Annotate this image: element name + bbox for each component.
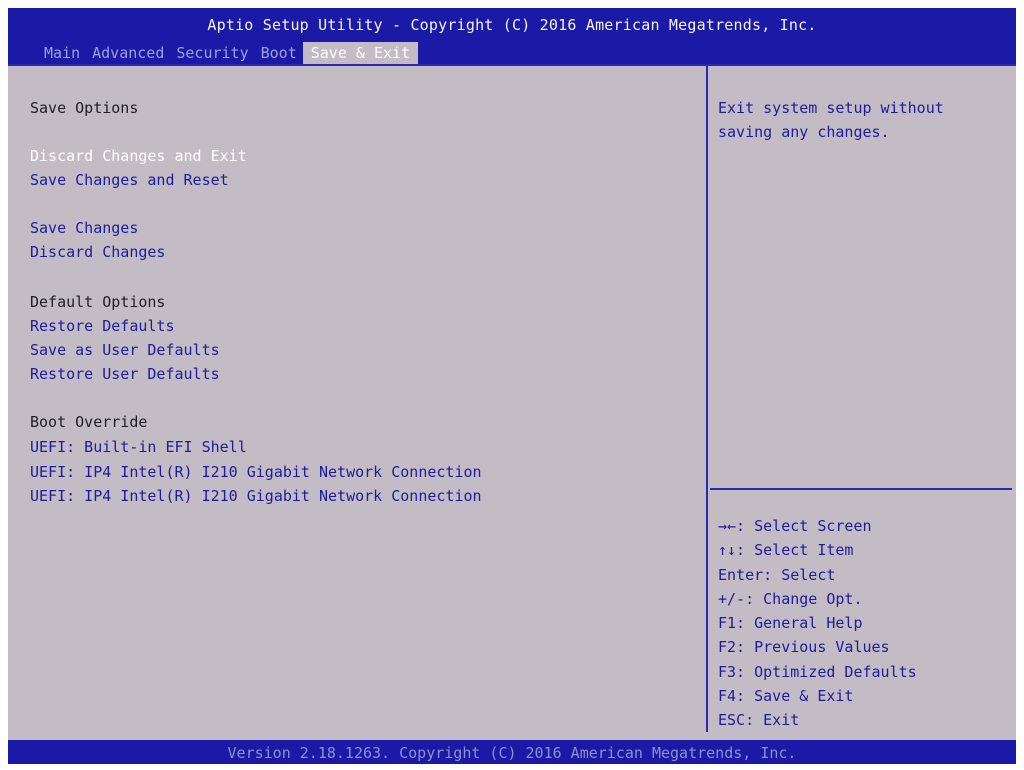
help-panel: Exit system setup without saving any cha… (708, 64, 1016, 732)
key-optimized-defaults: F3: Optimized Defaults (718, 662, 917, 681)
default-options-heading: Default Options (30, 293, 166, 311)
key-legend: →←: Select Screen ↑↓: Select Item Enter:… (718, 514, 917, 733)
discard-changes-option[interactable]: Discard Changes (30, 240, 165, 264)
tab-boot[interactable]: Boot (255, 42, 303, 64)
boot-override-item[interactable]: UEFI: Built-in EFI Shell (30, 435, 247, 459)
header-bar: Aptio Setup Utility - Copyright (C) 2016… (8, 8, 1016, 64)
save-changes-and-reset-option[interactable]: Save Changes and Reset (30, 168, 229, 192)
restore-defaults-option[interactable]: Restore Defaults (30, 314, 175, 338)
boot-override-item[interactable]: UEFI: IP4 Intel(R) I210 Gigabit Network … (30, 460, 482, 484)
save-options-heading: Save Options (30, 99, 139, 117)
key-select-item: ↑↓: Select Item (718, 541, 854, 560)
main-panel: Save Options Discard Changes and Exit Sa… (8, 64, 708, 732)
utility-title: Aptio Setup Utility - Copyright (C) 2016… (207, 16, 817, 34)
key-previous-values: F2: Previous Values (718, 638, 890, 657)
tab-security[interactable]: Security (170, 42, 254, 64)
key-general-help: F1: General Help (718, 614, 863, 633)
bios-screen: Aptio Setup Utility - Copyright (C) 2016… (8, 8, 1016, 764)
version-footer: Version 2.18.1263. Copyright (C) 2016 Am… (8, 740, 1016, 764)
help-divider (710, 488, 1012, 490)
restore-user-defaults-option[interactable]: Restore User Defaults (30, 362, 220, 386)
key-select-screen: →←: Select Screen (718, 517, 872, 535)
discard-changes-and-exit-option[interactable]: Discard Changes and Exit (30, 144, 247, 168)
boot-override-item[interactable]: UEFI: IP4 Intel(R) I210 Gigabit Network … (30, 484, 482, 508)
tab-advanced[interactable]: Advanced (86, 42, 170, 64)
key-esc-exit: ESC: Exit (718, 711, 800, 730)
key-enter-select: Enter: Select (718, 565, 836, 584)
tab-main[interactable]: Main (38, 42, 86, 64)
key-change-opt: +/-: Change Opt. (718, 589, 863, 608)
save-changes-option[interactable]: Save Changes (30, 216, 138, 240)
tab-bar: Main Advanced Security Boot Save & Exit (38, 42, 419, 64)
key-save-exit: F4: Save & Exit (718, 687, 854, 706)
save-as-user-defaults-option[interactable]: Save as User Defaults (30, 338, 220, 362)
boot-override-heading: Boot Override (30, 413, 148, 431)
item-help-text: Exit system setup without saving any cha… (718, 99, 944, 141)
tab-save-exit[interactable]: Save & Exit (302, 42, 419, 64)
